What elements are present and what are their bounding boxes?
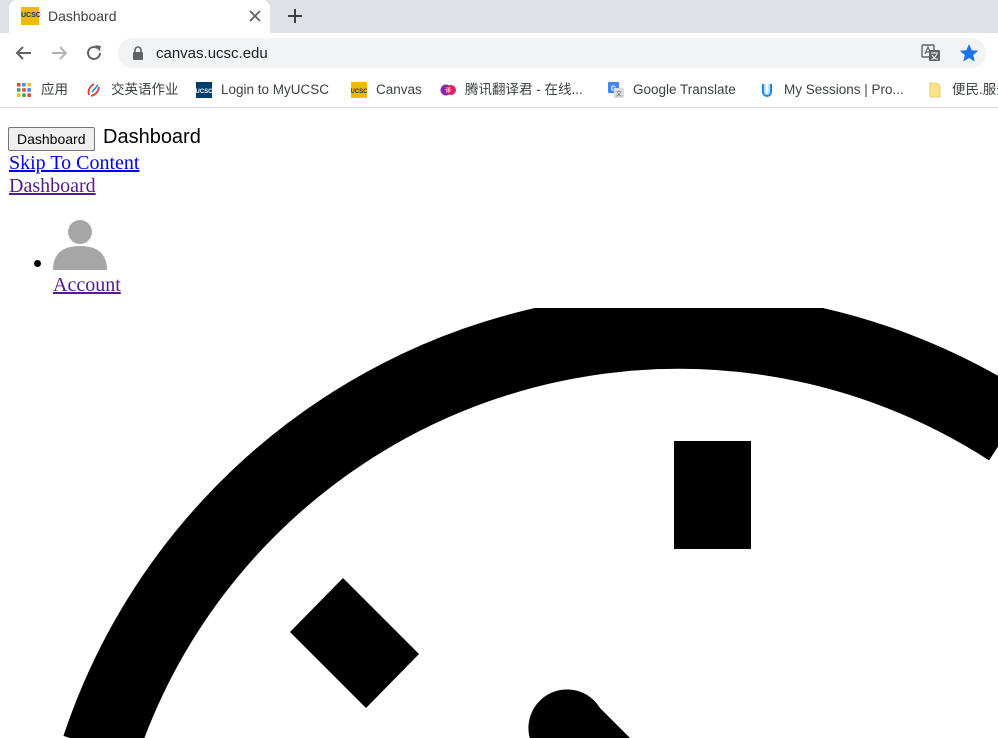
bookmarks-bar: 应用 交英语作业 UCSC Login to MyUCSC UCSC Canva… [0,73,998,108]
bookmark-label: 腾讯翻译君 - 在线... [465,82,583,97]
bookmark-label: My Sessions | Pro... [784,82,904,97]
svg-text:译: 译 [445,87,451,95]
user-avatar-icon[interactable] [53,216,107,270]
translate-icon[interactable] [921,43,941,63]
bookmark-star-icon[interactable] [958,42,980,64]
ucsc-gold-logo-icon: UCSC [351,82,367,98]
svg-text:文: 文 [616,90,622,98]
bookmark-label: Google Translate [633,82,736,97]
tencent-translate-icon: 译 [440,84,456,96]
page-title: Dashboard [103,126,201,148]
close-icon[interactable] [245,6,265,26]
bookmark-label: Login to MyUCSC [221,82,330,97]
sessions-logo-icon [762,84,772,97]
tab-title: Dashboard [48,8,117,24]
bookmark-label: 便民.服务 [952,82,998,97]
lock-icon [133,46,143,60]
ucsc-favicon-icon: UCSC [21,7,41,25]
account-link[interactable]: Account [53,274,121,297]
page-content: Dashboard Dashboard Skip To Content Dash… [0,108,998,738]
url-text: canvas.ucsc.edu [156,45,268,62]
bookmark-label: Canvas [376,82,422,97]
dashboard-link[interactable]: Dashboard [9,175,96,198]
address-bar[interactable]: canvas.ucsc.edu [118,38,986,68]
bookmark-label: 应用 [41,82,68,97]
skip-to-content-link[interactable]: Skip To Content [9,152,139,175]
dashboard-clock-icon [63,308,998,738]
back-arrow-icon[interactable] [12,41,36,65]
list-bullet [34,260,41,267]
new-tab-plus-icon[interactable] [283,4,307,28]
dashboard-button[interactable]: Dashboard [8,127,95,151]
svg-text:UCSC: UCSC [196,89,212,95]
ucsc-logo-icon: UCSC [196,82,212,98]
pencil-logo-icon [87,83,100,97]
google-translate-icon: G 文 [608,82,624,98]
folder-icon [929,82,941,98]
tab-strip: UCSC Dashboard [0,0,998,33]
svg-text:UCSC: UCSC [351,89,367,95]
bookmark-label: 交英语作业 [111,82,179,97]
browser-tab-dashboard[interactable]: UCSC Dashboard [9,0,270,33]
browser-toolbar: canvas.ucsc.edu [0,33,998,73]
reload-icon[interactable] [82,41,106,65]
forward-arrow-icon[interactable] [47,41,71,65]
apps-grid-icon [17,83,31,97]
